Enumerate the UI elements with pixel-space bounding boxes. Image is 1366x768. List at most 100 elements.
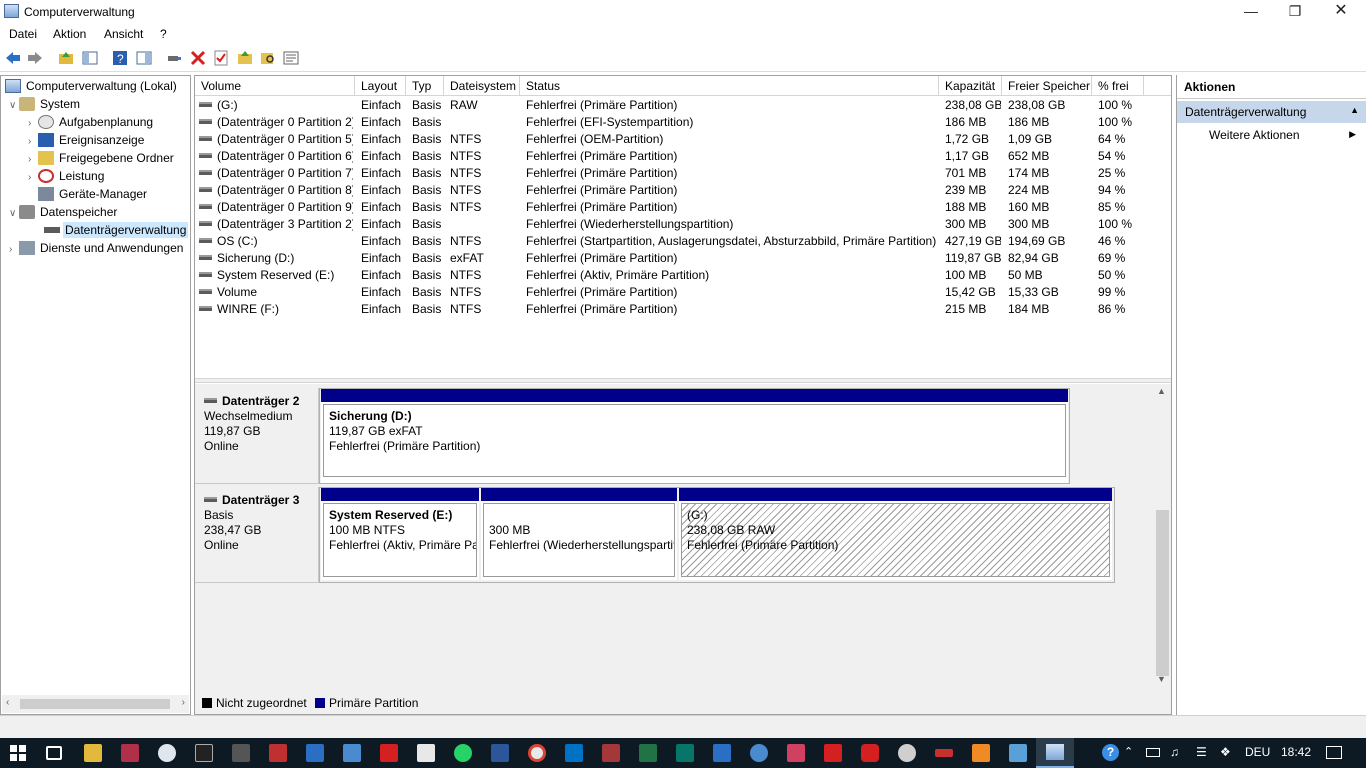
tree-node-ereignisanzeige[interactable]: › Ereignisanzeige xyxy=(28,133,146,151)
disk-info-datentraeger-2[interactable]: Datenträger 2 Wechselmedium 119,87 GB On… xyxy=(195,388,319,484)
table-row[interactable]: (Datenträger 3 Partition 2) Einfach Basis F… xyxy=(195,216,1171,233)
close-button[interactable]: ✕ xyxy=(1318,0,1364,24)
actions-section-datentraegerverwaltung[interactable]: Datenträgerverwaltung ▲ xyxy=(1177,101,1366,123)
table-row[interactable]: WINRE (F:) Einfach Basis NTFS Fehlerfrei (Pr… xyxy=(195,301,1171,318)
notifications-icon[interactable] xyxy=(1326,746,1342,759)
table-row[interactable]: (Datenträger 0 Partition 9) Einfach Basis N… xyxy=(195,199,1171,216)
partition-g[interactable]: (G:) 238,08 GB RAW Fehlerfrei (Primäre P… xyxy=(679,488,1112,580)
download-icon[interactable] xyxy=(824,744,842,762)
scroll-up-icon[interactable]: ▲ xyxy=(1157,386,1166,396)
tree-node-geraete-manager[interactable]: Geräte-Manager xyxy=(38,187,149,205)
tree-horizontal-scrollbar[interactable]: ‹ › xyxy=(2,695,189,713)
menu-aktion[interactable]: Aktion xyxy=(53,27,86,41)
outlook-icon[interactable] xyxy=(565,744,583,762)
tree-node-aufgabenplanung[interactable]: › Aufgabenplanung xyxy=(28,115,155,133)
project-icon[interactable] xyxy=(676,744,694,762)
connect-icon[interactable] xyxy=(166,50,182,66)
app-icon[interactable] xyxy=(121,744,139,762)
tree-node-datenspeicher[interactable]: ∨ Datenspeicher xyxy=(9,205,119,223)
table-row[interactable]: (Datenträger 0 Partition 6) Einfach Basis N… xyxy=(195,148,1171,165)
excel-icon[interactable] xyxy=(639,744,657,762)
disk-info-datentraeger-3[interactable]: Datenträger 3 Basis 238,47 GB Online xyxy=(195,487,319,583)
tree-node-dienste[interactable]: › Dienste und Anwendungen xyxy=(9,241,185,259)
column-header-volume[interactable]: Volume xyxy=(195,76,355,96)
tree-node-leistung[interactable]: › Leistung xyxy=(28,169,106,187)
table-row[interactable]: (G:) Einfach Basis RAW Fehlerfrei (Primäre P… xyxy=(195,97,1171,114)
show-hide-tree-icon[interactable] xyxy=(82,50,98,66)
tree-node-freigegebene-ordner[interactable]: › Freigegebene Ordner xyxy=(28,151,176,169)
app-icon[interactable] xyxy=(232,744,250,762)
windows-start-icon[interactable] xyxy=(10,745,26,761)
properties-icon[interactable] xyxy=(213,50,229,66)
column-header-prozent-frei[interactable]: % frei xyxy=(1092,76,1144,96)
console-icon[interactable] xyxy=(136,50,152,66)
help-icon[interactable]: ? xyxy=(1102,744,1119,761)
partition-recovery[interactable]: 300 MB Fehlerfrei (Wiederherstellungspar… xyxy=(481,488,677,580)
app-icon[interactable] xyxy=(898,744,916,762)
tree-node-root[interactable]: Computerverwaltung (Lokal) xyxy=(5,79,179,97)
table-row[interactable]: System Reserved (E:) Einfach Basis NTFS Fehl… xyxy=(195,267,1171,284)
tree-node-datentraegerverwaltung[interactable]: Datenträgerverwaltung xyxy=(44,222,189,241)
help-icon[interactable]: ? xyxy=(112,50,128,66)
volume-icon[interactable]: ♫ xyxy=(1170,745,1179,759)
app-icon[interactable] xyxy=(380,744,398,762)
chevron-right-icon[interactable]: › xyxy=(28,172,38,183)
chevron-right-icon[interactable]: › xyxy=(28,118,38,129)
table-row[interactable]: (Datenträger 0 Partition 5) Einfach Basis N… xyxy=(195,131,1171,148)
chevron-right-icon[interactable]: › xyxy=(28,136,38,147)
column-header-freier-speicher[interactable]: Freier Speicher xyxy=(1002,76,1092,96)
battery-icon[interactable] xyxy=(1146,748,1160,757)
active-task-computer-management[interactable] xyxy=(1036,738,1074,768)
search-icon[interactable] xyxy=(260,50,276,66)
table-row[interactable]: (Datenträger 0 Partition 2) Einfach Basis F… xyxy=(195,114,1171,131)
scroll-down-icon[interactable]: ▼ xyxy=(1157,674,1166,684)
app-icon[interactable] xyxy=(787,744,805,762)
table-row[interactable]: (Datenträger 0 Partition 8) Einfach Basis N… xyxy=(195,182,1171,199)
folder-icon[interactable] xyxy=(237,50,253,66)
dropbox-icon[interactable]: ❖ xyxy=(1220,745,1231,759)
app-icon[interactable] xyxy=(861,744,879,762)
menu-help[interactable]: ? xyxy=(160,27,167,41)
menu-datei[interactable]: Datei xyxy=(9,27,37,41)
language-indicator[interactable]: DEU xyxy=(1245,745,1270,759)
column-header-kapazitaet[interactable]: Kapazität xyxy=(939,76,1002,96)
up-folder-icon[interactable] xyxy=(58,50,74,66)
column-header-status[interactable]: Status xyxy=(520,76,939,96)
onedrive-icon[interactable] xyxy=(750,744,768,762)
collapse-up-icon[interactable]: ▲ xyxy=(1350,105,1359,115)
scrollbar-thumb[interactable] xyxy=(20,699,170,709)
minimize-button[interactable]: — xyxy=(1228,0,1274,24)
app-icon[interactable] xyxy=(713,744,731,762)
column-header-dateisystem[interactable]: Dateisystem xyxy=(444,76,520,96)
menu-ansicht[interactable]: Ansicht xyxy=(104,27,143,41)
word-icon[interactable] xyxy=(491,744,509,762)
partition-sicherung-d[interactable]: Sicherung (D:) 119,87 GB exFAT Fehlerfre… xyxy=(321,389,1068,483)
table-row[interactable]: Sicherung (D:) Einfach Basis exFAT Fehlerfre… xyxy=(195,250,1171,267)
graphical-vertical-scrollbar[interactable]: ▲ ▼ xyxy=(1154,384,1171,688)
powershell-icon[interactable] xyxy=(306,744,324,762)
delete-icon[interactable] xyxy=(190,50,206,66)
app-icon[interactable] xyxy=(935,749,953,757)
chevron-right-icon[interactable]: › xyxy=(9,244,19,255)
submenu-arrow-icon[interactable]: ▶ xyxy=(1349,129,1356,140)
restore-button[interactable]: ❐ xyxy=(1272,0,1318,24)
clock[interactable]: 18:42 xyxy=(1281,745,1311,759)
scrollbar-thumb[interactable] xyxy=(1156,510,1169,676)
scroll-right-icon[interactable]: › xyxy=(182,697,185,708)
chrome-icon[interactable] xyxy=(528,744,546,762)
app-icon[interactable] xyxy=(158,744,176,762)
chevron-down-icon[interactable]: ∨ xyxy=(9,208,19,219)
whatsapp-icon[interactable] xyxy=(454,744,472,762)
table-row[interactable]: (Datenträger 0 Partition 7) Einfach Basis N… xyxy=(195,165,1171,182)
app-icon[interactable] xyxy=(1009,744,1027,762)
chevron-up-icon[interactable]: ⌃ xyxy=(1124,745,1133,758)
file-explorer-icon[interactable] xyxy=(84,744,102,762)
pane-splitter[interactable] xyxy=(195,378,1171,383)
table-row[interactable]: OS (C:) Einfach Basis NTFS Fehlerfrei (Start… xyxy=(195,233,1171,250)
access-icon[interactable] xyxy=(602,744,620,762)
column-header-typ[interactable]: Typ xyxy=(406,76,444,96)
column-header-layout[interactable]: Layout xyxy=(355,76,406,96)
chevron-right-icon[interactable]: › xyxy=(28,154,38,165)
app-icon[interactable] xyxy=(417,744,435,762)
back-arrow-icon[interactable] xyxy=(5,50,21,66)
